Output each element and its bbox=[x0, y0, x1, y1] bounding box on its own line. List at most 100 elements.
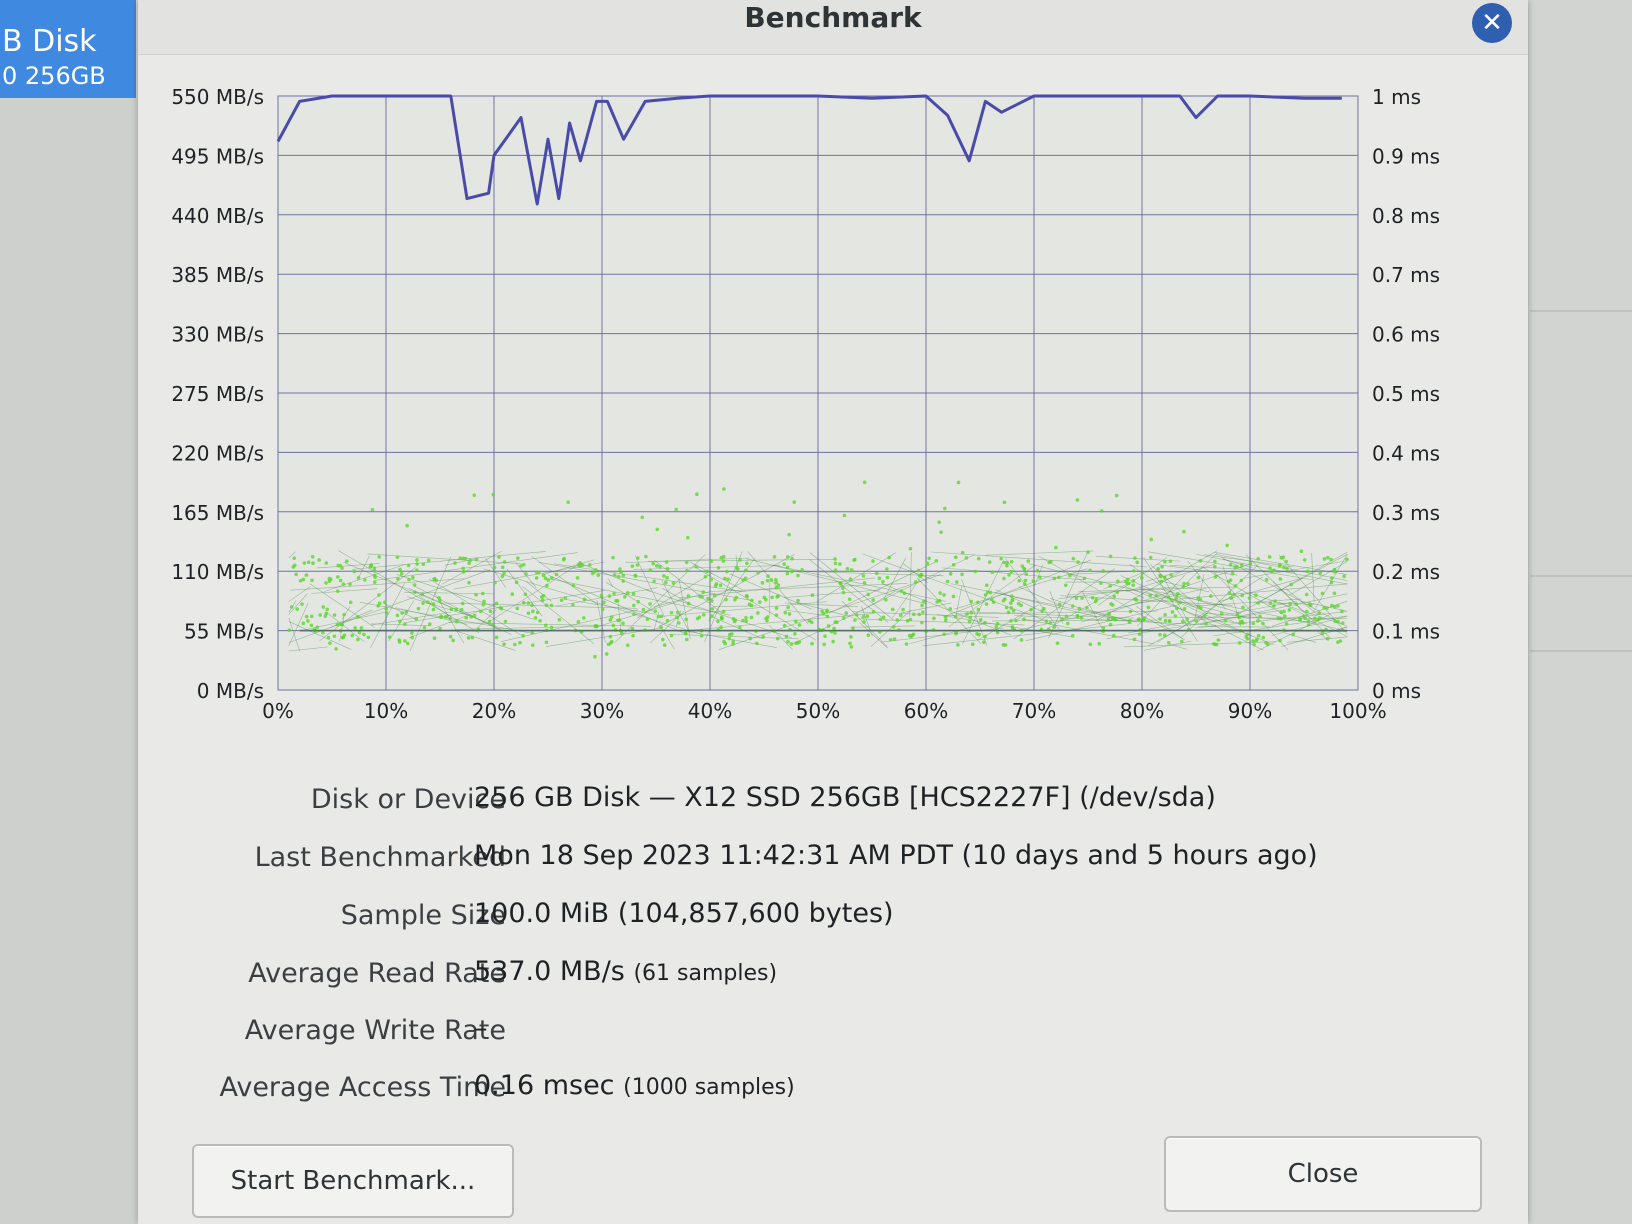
start-benchmark-button[interactable]: Start Benchmark... bbox=[192, 1144, 514, 1218]
access-time-point bbox=[600, 607, 605, 612]
access-time-point bbox=[636, 556, 640, 560]
access-time-point bbox=[323, 614, 328, 618]
access-time-point bbox=[1329, 580, 1334, 585]
access-time-point bbox=[306, 560, 311, 565]
access-time-point bbox=[1131, 569, 1136, 573]
access-time-point bbox=[531, 609, 535, 614]
access-time-point bbox=[1002, 560, 1006, 565]
access-time-point bbox=[833, 557, 837, 561]
access-time-point bbox=[494, 635, 499, 640]
access-time-point bbox=[1010, 626, 1015, 630]
access-time-point bbox=[1128, 618, 1132, 623]
access-time-point bbox=[1148, 593, 1152, 598]
access-time-point bbox=[1162, 633, 1167, 637]
divider bbox=[1530, 650, 1632, 652]
access-time-point bbox=[895, 618, 899, 622]
access-time-point bbox=[1235, 612, 1240, 617]
access-time-point bbox=[327, 576, 332, 581]
access-time-point bbox=[1289, 582, 1293, 587]
access-time-point bbox=[721, 609, 726, 614]
access-time-point bbox=[348, 600, 353, 605]
access-time-point bbox=[983, 634, 988, 639]
left-axis-tick-label: 0 MB/s bbox=[197, 679, 264, 703]
sidebar-item-disk-selected[interactable]: B Disk 0 256GB bbox=[0, 0, 136, 98]
access-time-point bbox=[964, 556, 969, 560]
access-time-point bbox=[526, 611, 531, 615]
access-time-point bbox=[841, 590, 846, 595]
access-time-point bbox=[1135, 560, 1140, 565]
access-time-point bbox=[1060, 617, 1064, 621]
access-time-point bbox=[1336, 604, 1340, 608]
access-time-point bbox=[405, 523, 409, 528]
access-time-point bbox=[1185, 617, 1190, 622]
access-time-point bbox=[1006, 610, 1011, 615]
access-time-point bbox=[372, 580, 377, 585]
access-time-point bbox=[609, 641, 613, 645]
access-time-point bbox=[1258, 614, 1262, 619]
access-time-point bbox=[526, 601, 531, 605]
close-button[interactable]: Close bbox=[1164, 1136, 1482, 1212]
access-time-point bbox=[1298, 616, 1302, 621]
access-time-point bbox=[796, 573, 800, 578]
access-time-point bbox=[1240, 593, 1244, 598]
right-axis-ticks: 0 ms0.1 ms0.2 ms0.3 ms0.4 ms0.5 ms0.6 ms… bbox=[1372, 85, 1440, 703]
access-time-point bbox=[782, 562, 787, 566]
access-time-point bbox=[826, 624, 831, 628]
access-time-point bbox=[1014, 618, 1018, 623]
access-time-point bbox=[1044, 619, 1049, 624]
access-time-point bbox=[311, 561, 315, 566]
access-time-point bbox=[948, 572, 953, 576]
access-time-point bbox=[428, 622, 432, 626]
access-time-point bbox=[1010, 598, 1015, 603]
close-icon[interactable]: ✕ bbox=[1472, 3, 1512, 43]
access-time-point bbox=[1077, 606, 1082, 611]
access-time-point bbox=[719, 625, 723, 630]
right-axis-tick-label: 0.1 ms bbox=[1372, 620, 1440, 644]
access-time-point bbox=[1113, 617, 1118, 622]
access-time-point bbox=[888, 637, 893, 642]
access-time-point bbox=[1228, 578, 1233, 582]
access-time-point bbox=[1302, 558, 1307, 562]
access-time-point bbox=[655, 527, 660, 532]
access-time-point bbox=[426, 558, 431, 563]
access-time-point bbox=[1272, 604, 1276, 608]
access-time-point bbox=[921, 610, 925, 614]
access-time-point bbox=[340, 566, 344, 570]
access-time-point bbox=[366, 635, 371, 640]
access-time-point bbox=[712, 593, 717, 598]
access-time-point bbox=[1115, 590, 1120, 595]
access-time-point bbox=[1287, 608, 1292, 612]
access-time-point bbox=[362, 632, 366, 637]
access-time-point bbox=[901, 607, 905, 612]
benchmark-dialog: Benchmark ✕ 0 MB/s 55 MB/s 110 MB/s 165 MB/… bbox=[138, 0, 1528, 1224]
access-time-point bbox=[595, 624, 599, 628]
access-time-point bbox=[350, 633, 355, 638]
access-time-point bbox=[348, 582, 352, 586]
access-time-point bbox=[675, 615, 679, 620]
access-time-point bbox=[683, 631, 688, 636]
access-time-point bbox=[908, 617, 913, 622]
access-time-point bbox=[405, 641, 410, 646]
access-time-point bbox=[635, 563, 640, 567]
access-time-point bbox=[662, 643, 667, 647]
access-time-point bbox=[1011, 608, 1016, 613]
access-time-point bbox=[845, 566, 850, 571]
access-time-point bbox=[1199, 606, 1203, 610]
access-time-point bbox=[702, 612, 706, 617]
access-time-point bbox=[372, 566, 377, 571]
access-time-point bbox=[968, 615, 973, 620]
access-time-point bbox=[785, 565, 790, 570]
access-time-point bbox=[661, 637, 665, 642]
access-time-point bbox=[1332, 568, 1337, 573]
access-time-point bbox=[454, 607, 459, 612]
access-time-point bbox=[580, 563, 585, 567]
access-time-point bbox=[956, 643, 960, 647]
access-time-point bbox=[1016, 601, 1021, 606]
access-time-point bbox=[1107, 612, 1111, 616]
access-time-point bbox=[287, 628, 292, 632]
access-time-point bbox=[640, 515, 645, 520]
access-time-value: 0.16 msec bbox=[474, 1070, 615, 1101]
access-time-point bbox=[956, 480, 961, 485]
access-time-point bbox=[1009, 569, 1014, 574]
access-time-point bbox=[862, 620, 866, 624]
